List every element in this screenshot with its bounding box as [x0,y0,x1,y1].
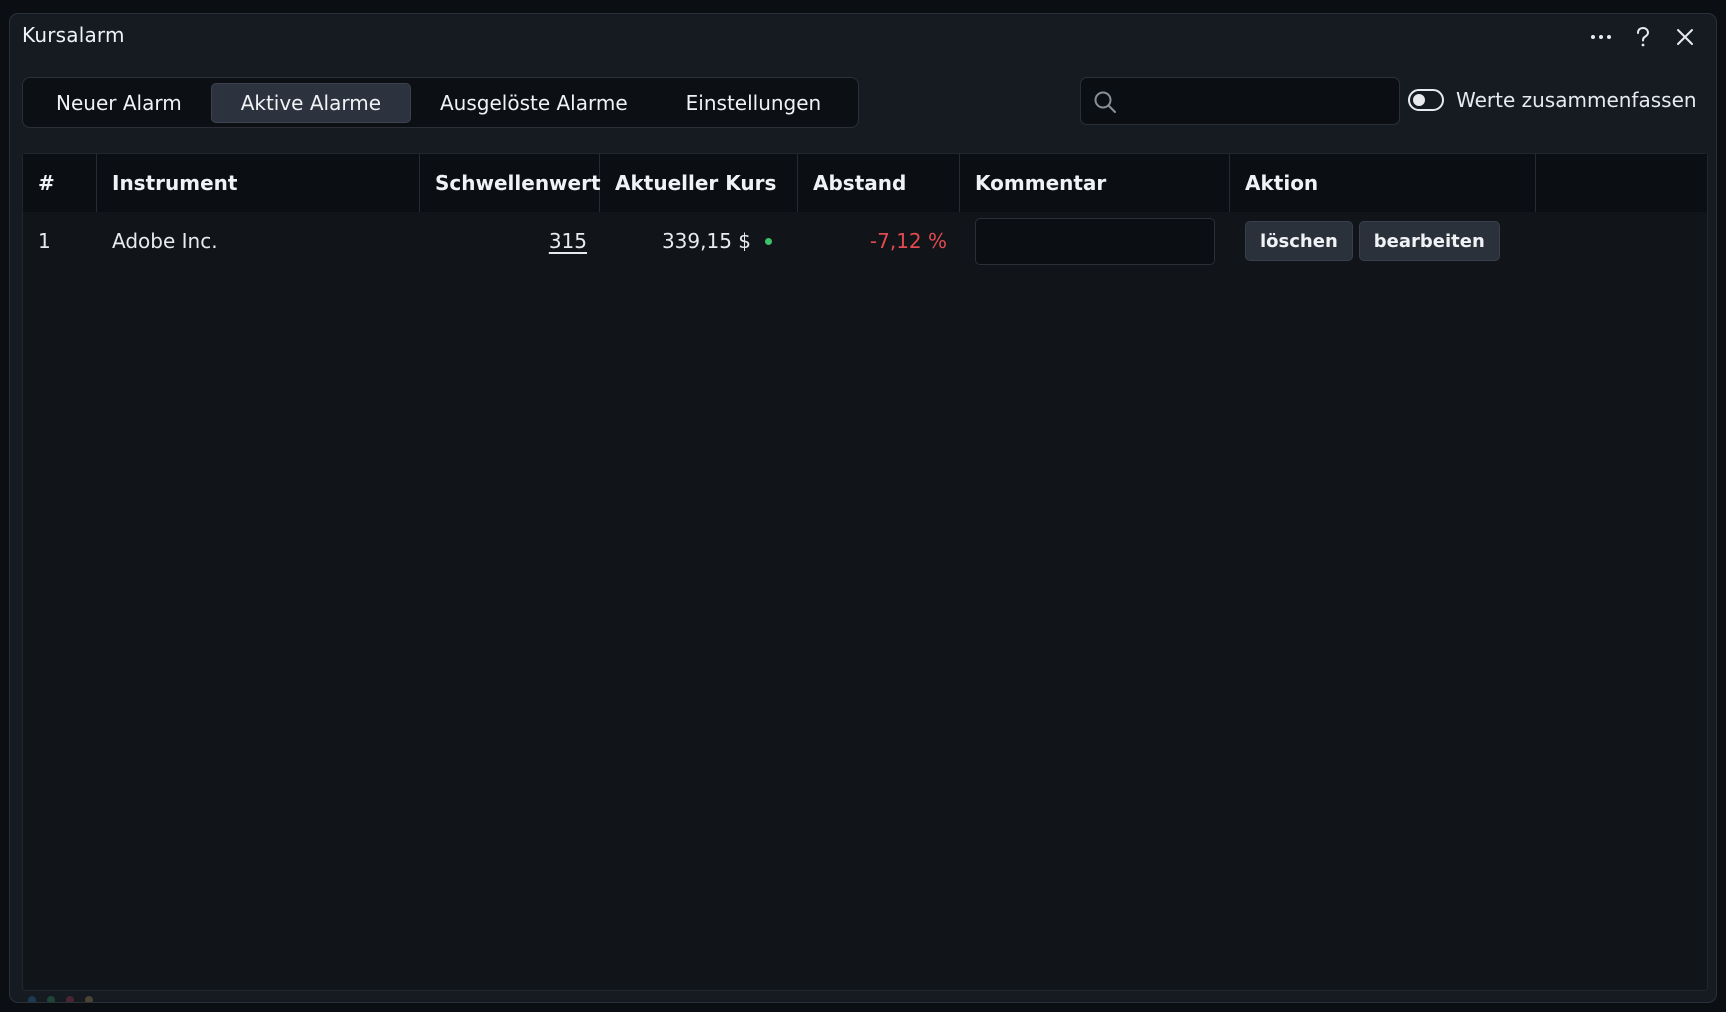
tab-aktive-alarme[interactable]: Aktive Alarme [210,82,411,123]
summarize-toggle[interactable] [1408,89,1444,111]
search-box [1080,77,1400,125]
current-price: 339,15 $ [661,229,751,253]
window-title: Kursalarm [22,23,125,47]
live-status-dot [765,237,772,245]
row-comment-cell [960,212,1230,270]
close-icon[interactable] [1668,22,1702,52]
kursalarm-window: Kursalarm Neuer Alarm Aktive Alarme Ausg… [9,13,1717,1003]
table-row[interactable]: 1 Adobe Inc. 315 339,15 $ -7,12 % lösche… [23,212,1707,270]
column-header-current-price[interactable]: Aktueller Kurs [600,154,798,212]
window-status-dots [28,996,93,1002]
toggle-knob [1413,94,1425,106]
column-header-comment[interactable]: Kommentar [960,154,1230,212]
column-header-distance[interactable]: Abstand [798,154,960,212]
column-header-index[interactable]: # [23,154,97,212]
row-current-price-cell: 339,15 $ [600,212,798,270]
column-header-threshold[interactable]: Schwellenwert [420,154,601,212]
column-header-instrument[interactable]: Instrument [97,154,420,212]
title-bar: Kursalarm [10,14,1716,58]
tab-ausgeloeste-alarme[interactable]: Ausgelöste Alarme [411,83,657,123]
status-dot [47,996,55,1002]
status-dot [28,996,36,1002]
window-actions [1584,22,1702,52]
alarm-table: # Instrument Schwellenwert Aktueller Kur… [22,153,1708,991]
search-icon [1093,90,1117,118]
help-icon[interactable] [1626,22,1660,52]
more-icon[interactable] [1584,22,1618,52]
tab-neuer-alarm[interactable]: Neuer Alarm [27,83,211,123]
column-header-action[interactable]: Aktion [1230,154,1536,212]
delete-button[interactable]: löschen [1245,221,1353,261]
row-index: 1 [38,229,51,253]
status-dot [85,996,93,1002]
status-dot [66,996,74,1002]
row-threshold-cell: 315 [420,212,600,270]
tab-einstellungen[interactable]: Einstellungen [657,83,851,123]
table-header: # Instrument Schwellenwert Aktueller Kur… [23,154,1707,212]
edit-button[interactable]: bearbeiten [1358,221,1500,261]
search-input[interactable] [1125,84,1391,118]
row-distance: -7,12 % [869,229,947,253]
threshold-link[interactable]: 315 [549,229,587,253]
comment-input[interactable] [975,217,1215,265]
row-action-cell: löschen bearbeiten [1230,212,1536,270]
summarize-toggle-label: Werte zusammenfassen [1456,88,1697,112]
column-header-filler [1536,154,1707,212]
tab-bar: Neuer Alarm Aktive Alarme Ausgelöste Ala… [22,77,859,128]
row-instrument: Adobe Inc. [112,229,218,253]
summarize-toggle-group: Werte zusammenfassen [1408,80,1697,120]
